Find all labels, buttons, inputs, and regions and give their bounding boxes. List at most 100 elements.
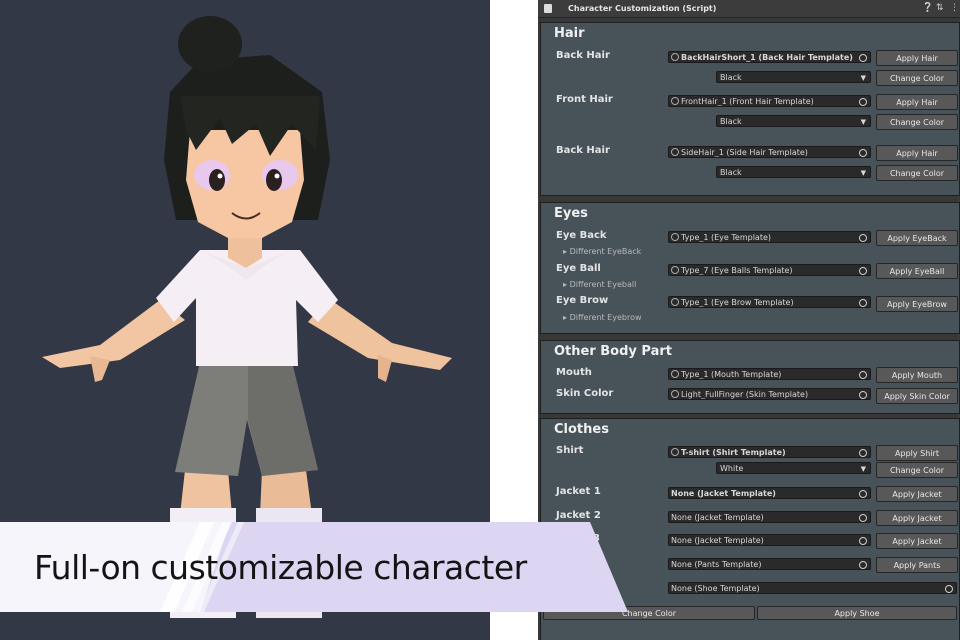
field-value: FrontHair_1 (Front Hair Template)	[681, 97, 814, 106]
object-picker-icon[interactable]	[859, 54, 867, 62]
component-title: Character Customization (Script)	[568, 4, 717, 13]
object-icon	[671, 266, 679, 274]
change-color-button[interactable]: Change Color	[876, 165, 958, 181]
dropdown-value: White	[720, 464, 744, 473]
foldout-label: Different EyeBack	[569, 247, 642, 256]
shoe-field[interactable]: None (Shoe Template)	[668, 582, 957, 594]
object-icon	[671, 370, 679, 378]
apply-eyebrow-button[interactable]: Apply EyeBrow	[876, 296, 958, 312]
apply-shirt-button[interactable]: Apply Shirt	[876, 445, 958, 461]
field-value: Type_1 (Mouth Template)	[681, 370, 782, 379]
field-value: T-shirt (Shirt Template)	[681, 448, 786, 457]
jacket-3-field[interactable]: None (Jacket Template)	[668, 534, 871, 546]
different-eyeback-foldout[interactable]: ▸ Different EyeBack	[563, 247, 641, 256]
object-icon	[671, 53, 679, 61]
back-hair-field[interactable]: BackHairShort_1 (Back Hair Template)	[668, 51, 871, 63]
eye-ball-field[interactable]: Type_7 (Eye Balls Template)	[668, 264, 871, 276]
change-color-button[interactable]: Change Color	[876, 70, 958, 86]
chevron-down-icon: ▼	[860, 118, 866, 126]
shirt-field[interactable]: T-shirt (Shirt Template)	[668, 446, 871, 458]
object-picker-icon[interactable]	[859, 391, 867, 399]
object-picker-icon[interactable]	[859, 98, 867, 106]
side-hair-label: Back Hair	[556, 145, 610, 156]
object-picker-icon[interactable]	[859, 149, 867, 157]
hair-color-dropdown[interactable]: Black ▼	[716, 166, 871, 178]
object-icon	[671, 390, 679, 398]
apply-hair-button[interactable]: Apply Hair	[876, 145, 958, 161]
field-value: Light_FullFinger (Skin Template)	[681, 390, 809, 399]
object-picker-icon[interactable]	[859, 267, 867, 275]
field-value: None (Shoe Template)	[671, 584, 760, 593]
hair-color-dropdown[interactable]: Black ▼	[716, 115, 871, 127]
object-icon	[671, 298, 679, 306]
script-icon	[544, 4, 552, 13]
jacket-2-label: Jacket 2	[556, 510, 601, 521]
dropdown-value: Black	[720, 73, 742, 82]
pants-field[interactable]: None (Pants Template)	[668, 558, 871, 570]
apply-hair-button[interactable]: Apply Hair	[876, 50, 958, 66]
object-picker-icon[interactable]	[859, 514, 867, 522]
object-icon	[671, 148, 679, 156]
component-header: Character Customization (Script) ❔ ⇅ ⋮	[538, 0, 960, 18]
hair-section: Hair Back Hair BackHairShort_1 (Back Hai…	[540, 22, 960, 196]
object-icon	[671, 448, 679, 456]
object-icon	[671, 233, 679, 241]
object-picker-icon[interactable]	[945, 585, 953, 593]
object-icon	[671, 97, 679, 105]
preset-icon[interactable]: ⇅	[936, 0, 944, 17]
object-picker-icon[interactable]	[859, 537, 867, 545]
field-value: None (Pants Template)	[671, 560, 762, 569]
field-value: BackHairShort_1 (Back Hair Template)	[681, 53, 853, 62]
eye-back-field[interactable]: Type_1 (Eye Template)	[668, 231, 871, 243]
apply-eyeball-button[interactable]: Apply EyeBall	[876, 263, 958, 279]
shirt-label: Shirt	[556, 445, 584, 456]
shirt-color-dropdown[interactable]: White ▼	[716, 462, 871, 474]
object-picker-icon[interactable]	[859, 299, 867, 307]
front-hair-field[interactable]: FrontHair_1 (Front Hair Template)	[668, 95, 871, 107]
different-eyebrow-foldout[interactable]: ▸ Different Eyebrow	[563, 313, 642, 322]
skin-color-field[interactable]: Light_FullFinger (Skin Template)	[668, 388, 871, 400]
apply-jacket-button[interactable]: Apply Jacket	[876, 486, 958, 502]
jacket-1-field[interactable]: None (Jacket Template)	[668, 487, 871, 499]
side-hair-field[interactable]: SideHair_1 (Side Hair Template)	[668, 146, 871, 158]
object-picker-icon[interactable]	[859, 490, 867, 498]
apply-eyeback-button[interactable]: Apply EyeBack	[876, 230, 958, 246]
apply-shoe-button[interactable]: Apply Shoe	[757, 606, 957, 620]
jacket-1-label: Jacket 1	[556, 486, 601, 497]
apply-jacket-button[interactable]: Apply Jacket	[876, 533, 958, 549]
change-color-button[interactable]: Change Color	[876, 114, 958, 130]
caption-text: Full-on customizable character	[34, 548, 527, 587]
mouth-field[interactable]: Type_1 (Mouth Template)	[668, 368, 871, 380]
apply-skin-color-button[interactable]: Apply Skin Color	[876, 388, 958, 404]
different-eyeball-foldout[interactable]: ▸ Different Eyeball	[563, 280, 636, 289]
dropdown-value: Black	[720, 168, 742, 177]
object-picker-icon[interactable]	[859, 371, 867, 379]
hair-color-dropdown[interactable]: Black ▼	[716, 71, 871, 83]
chevron-down-icon: ▼	[860, 169, 866, 177]
object-picker-icon[interactable]	[859, 449, 867, 457]
object-picker-icon[interactable]	[859, 234, 867, 242]
section-title: Eyes	[554, 206, 588, 221]
dropdown-value: Black	[720, 117, 742, 126]
eye-ball-label: Eye Ball	[556, 263, 601, 274]
menu-icon[interactable]: ⋮	[950, 0, 959, 17]
eye-brow-field[interactable]: Type_1 (Eye Brow Template)	[668, 296, 871, 308]
field-value: None (Jacket Template)	[671, 489, 776, 498]
change-color-button[interactable]: Change Color	[876, 462, 958, 478]
jacket-2-field[interactable]: None (Jacket Template)	[668, 511, 871, 523]
caption-banner: Full-on customizable character	[0, 522, 628, 612]
apply-hair-button[interactable]: Apply Hair	[876, 94, 958, 110]
object-picker-icon[interactable]	[859, 561, 867, 569]
eye-brow-label: Eye Brow	[556, 295, 609, 306]
field-value: None (Jacket Template)	[671, 513, 764, 522]
apply-jacket-button[interactable]: Apply Jacket	[876, 510, 958, 526]
body-section: Other Body Part Mouth Type_1 (Mouth Temp…	[540, 340, 960, 414]
field-value: None (Jacket Template)	[671, 536, 764, 545]
field-value: Type_1 (Eye Brow Template)	[681, 298, 794, 307]
section-title: Clothes	[554, 422, 609, 437]
help-icon[interactable]: ❔	[922, 0, 933, 17]
chevron-down-icon: ▼	[860, 74, 866, 82]
apply-mouth-button[interactable]: Apply Mouth	[876, 367, 958, 383]
eyes-section: Eyes Eye Back Type_1 (Eye Template) Appl…	[540, 202, 960, 334]
apply-pants-button[interactable]: Apply Pants	[876, 557, 958, 573]
